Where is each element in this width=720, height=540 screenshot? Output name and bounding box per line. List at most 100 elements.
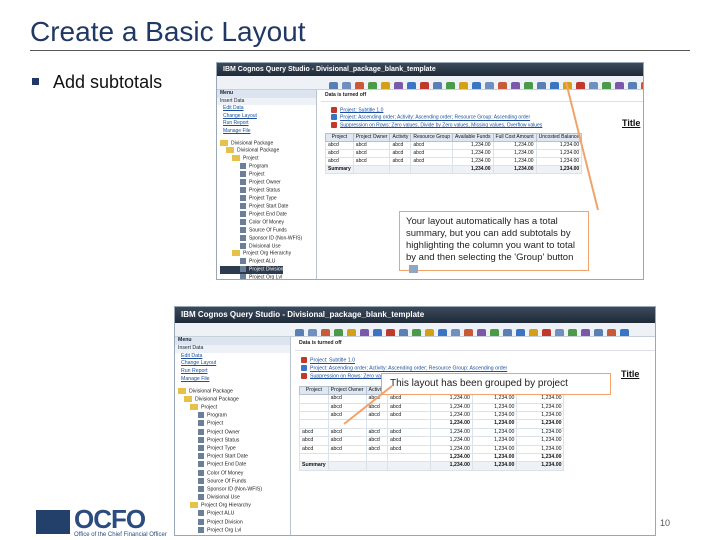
- table-cell[interactable]: abcd: [389, 148, 412, 158]
- toolbar-tool-icon[interactable]: [503, 329, 512, 336]
- toolbar-tool-icon[interactable]: [386, 329, 395, 336]
- tree-item[interactable]: Project Type: [178, 444, 290, 453]
- tree-item[interactable]: Program: [178, 412, 290, 420]
- menu-item-insert-data[interactable]: Insert Data: [217, 97, 316, 106]
- table-cell[interactable]: 1,234.00: [471, 410, 518, 421]
- toolbar-tool-icon[interactable]: [334, 329, 343, 336]
- table-cell[interactable]: 1,234.00: [535, 148, 583, 158]
- table-cell[interactable]: [365, 452, 388, 463]
- table-cell[interactable]: abcd: [299, 436, 329, 446]
- toolbar-tool-icon[interactable]: [347, 329, 356, 336]
- table-cell[interactable]: 1,234.00: [471, 444, 518, 455]
- table-cell[interactable]: 1,234.00: [492, 148, 537, 158]
- table-cell[interactable]: abcd: [365, 410, 388, 421]
- table-cell[interactable]: 1,234.00: [471, 402, 518, 412]
- table-cell[interactable]: abcd: [410, 140, 454, 150]
- table-cell[interactable]: 1,234.00: [516, 410, 565, 421]
- table-cell[interactable]: [299, 452, 329, 463]
- table-cell[interactable]: 1,234.00: [430, 410, 473, 421]
- toolbar-tool-icon[interactable]: [425, 329, 434, 336]
- column-header[interactable]: Full Cost Amount: [492, 132, 537, 142]
- table-cell[interactable]: abcd: [325, 148, 354, 158]
- table-cell[interactable]: [327, 419, 367, 429]
- toolbar-tool-icon[interactable]: [446, 82, 455, 89]
- tree-item[interactable]: Divisional Package: [220, 147, 316, 155]
- sort-link[interactable]: Project: Ascending order; Activity: Asce…: [331, 114, 643, 121]
- table-cell[interactable]: abcd: [386, 436, 432, 446]
- toolbar-tool-icon[interactable]: [438, 329, 447, 336]
- table-cell[interactable]: [386, 419, 432, 429]
- tree-item[interactable]: Project ALU: [178, 510, 290, 518]
- toolbar-tool-icon[interactable]: [628, 82, 637, 89]
- tree-item[interactable]: Divisional Use: [220, 242, 316, 251]
- toolbar-tool-icon[interactable]: [537, 82, 546, 89]
- table-cell[interactable]: 1,234.00: [516, 452, 565, 463]
- toolbar-tool-icon[interactable]: [490, 329, 499, 336]
- toolbar-tool-icon[interactable]: [399, 329, 408, 336]
- suppression-link[interactable]: Suppression on Rows: Zero values, Divide…: [331, 121, 643, 129]
- table-cell[interactable]: abcd: [327, 394, 367, 404]
- table-cell[interactable]: 1,234.00: [452, 148, 494, 158]
- tree-item[interactable]: Project Status: [178, 436, 290, 445]
- tree-item[interactable]: Project Start Date: [220, 202, 316, 211]
- tree-item[interactable]: Color Of Money: [178, 469, 290, 478]
- tree-item[interactable]: Project Status: [220, 187, 316, 195]
- tree-item[interactable]: Divisional Package: [178, 395, 290, 404]
- toolbar-tool-icon[interactable]: [550, 82, 559, 89]
- toolbar-tool-icon[interactable]: [511, 82, 520, 89]
- table-cell[interactable]: abcd: [386, 402, 432, 412]
- column-header[interactable]: Available Funds: [452, 132, 494, 142]
- toolbar-tool-icon[interactable]: [329, 82, 338, 89]
- toolbar-tool-icon[interactable]: [412, 329, 421, 336]
- table-cell[interactable]: [386, 452, 432, 463]
- toolbar-tool-icon[interactable]: [420, 82, 429, 89]
- menu-item-edit-data[interactable]: Edit Data: [181, 353, 290, 361]
- table-cell[interactable]: 1,234.00: [430, 427, 473, 438]
- tree-item[interactable]: Source Of Funds: [220, 226, 316, 235]
- tree-item[interactable]: Project End Date: [220, 210, 316, 219]
- menu-item-manage-file[interactable]: Manage File: [223, 128, 316, 136]
- table-cell[interactable]: abcd: [327, 436, 367, 446]
- toolbar-tool-icon[interactable]: [308, 329, 317, 336]
- table-cell[interactable]: abcd: [365, 436, 388, 446]
- table-cell[interactable]: 1,234.00: [471, 419, 518, 429]
- toolbar-tool-icon[interactable]: [373, 329, 382, 336]
- tree-item[interactable]: Source Of Funds: [178, 477, 290, 486]
- table-cell[interactable]: 1,234.00: [516, 394, 565, 404]
- table-cell[interactable]: abcd: [410, 148, 454, 158]
- toolbar-tool-icon[interactable]: [620, 329, 629, 336]
- tree-item[interactable]: Project: [220, 155, 316, 163]
- column-header[interactable]: Project: [299, 385, 329, 396]
- tree-item[interactable]: Divisional Use: [178, 494, 290, 502]
- table-cell[interactable]: abcd: [327, 444, 367, 455]
- toolbar-tool-icon[interactable]: [641, 82, 643, 89]
- tree-item[interactable]: Project ALU: [220, 258, 316, 266]
- toolbar-tool-icon[interactable]: [524, 82, 533, 89]
- table-cell[interactable]: 1,234.00: [430, 394, 473, 404]
- tree-item[interactable]: Program: [220, 163, 316, 171]
- table-cell[interactable]: abcd: [325, 140, 354, 150]
- table-cell[interactable]: [365, 419, 388, 429]
- table-cell[interactable]: abcd: [365, 427, 388, 438]
- toolbar-tool-icon[interactable]: [516, 329, 525, 336]
- table-cell[interactable]: abcd: [365, 394, 388, 404]
- tree-item[interactable]: Project Type: [220, 195, 316, 203]
- menu-item-change-layout[interactable]: Change Layout: [181, 360, 290, 368]
- tree-item[interactable]: Project Org Lvl: [220, 274, 316, 279]
- toolbar-tool-icon[interactable]: [607, 329, 616, 336]
- table-cell[interactable]: 1,234.00: [430, 402, 473, 412]
- toolbar-tool-icon[interactable]: [594, 329, 603, 336]
- table-cell[interactable]: 1,234.00: [492, 140, 537, 150]
- menu-item-manage-file[interactable]: Manage File: [181, 376, 290, 384]
- tree-item[interactable]: Project: [178, 420, 290, 428]
- table-cell[interactable]: abcd: [352, 156, 391, 166]
- table-cell[interactable]: [299, 394, 329, 404]
- table-cell[interactable]: abcd: [299, 444, 329, 455]
- table-cell[interactable]: abcd: [410, 156, 454, 166]
- toolbar-tool-icon[interactable]: [576, 82, 585, 89]
- toolbar-tool-icon[interactable]: [498, 82, 507, 89]
- tree-item[interactable]: Project Start Date: [178, 453, 290, 461]
- table-cell[interactable]: 1,234.00: [471, 427, 518, 438]
- toolbar-tool-icon[interactable]: [394, 82, 403, 89]
- tree-item[interactable]: Project: [220, 171, 316, 179]
